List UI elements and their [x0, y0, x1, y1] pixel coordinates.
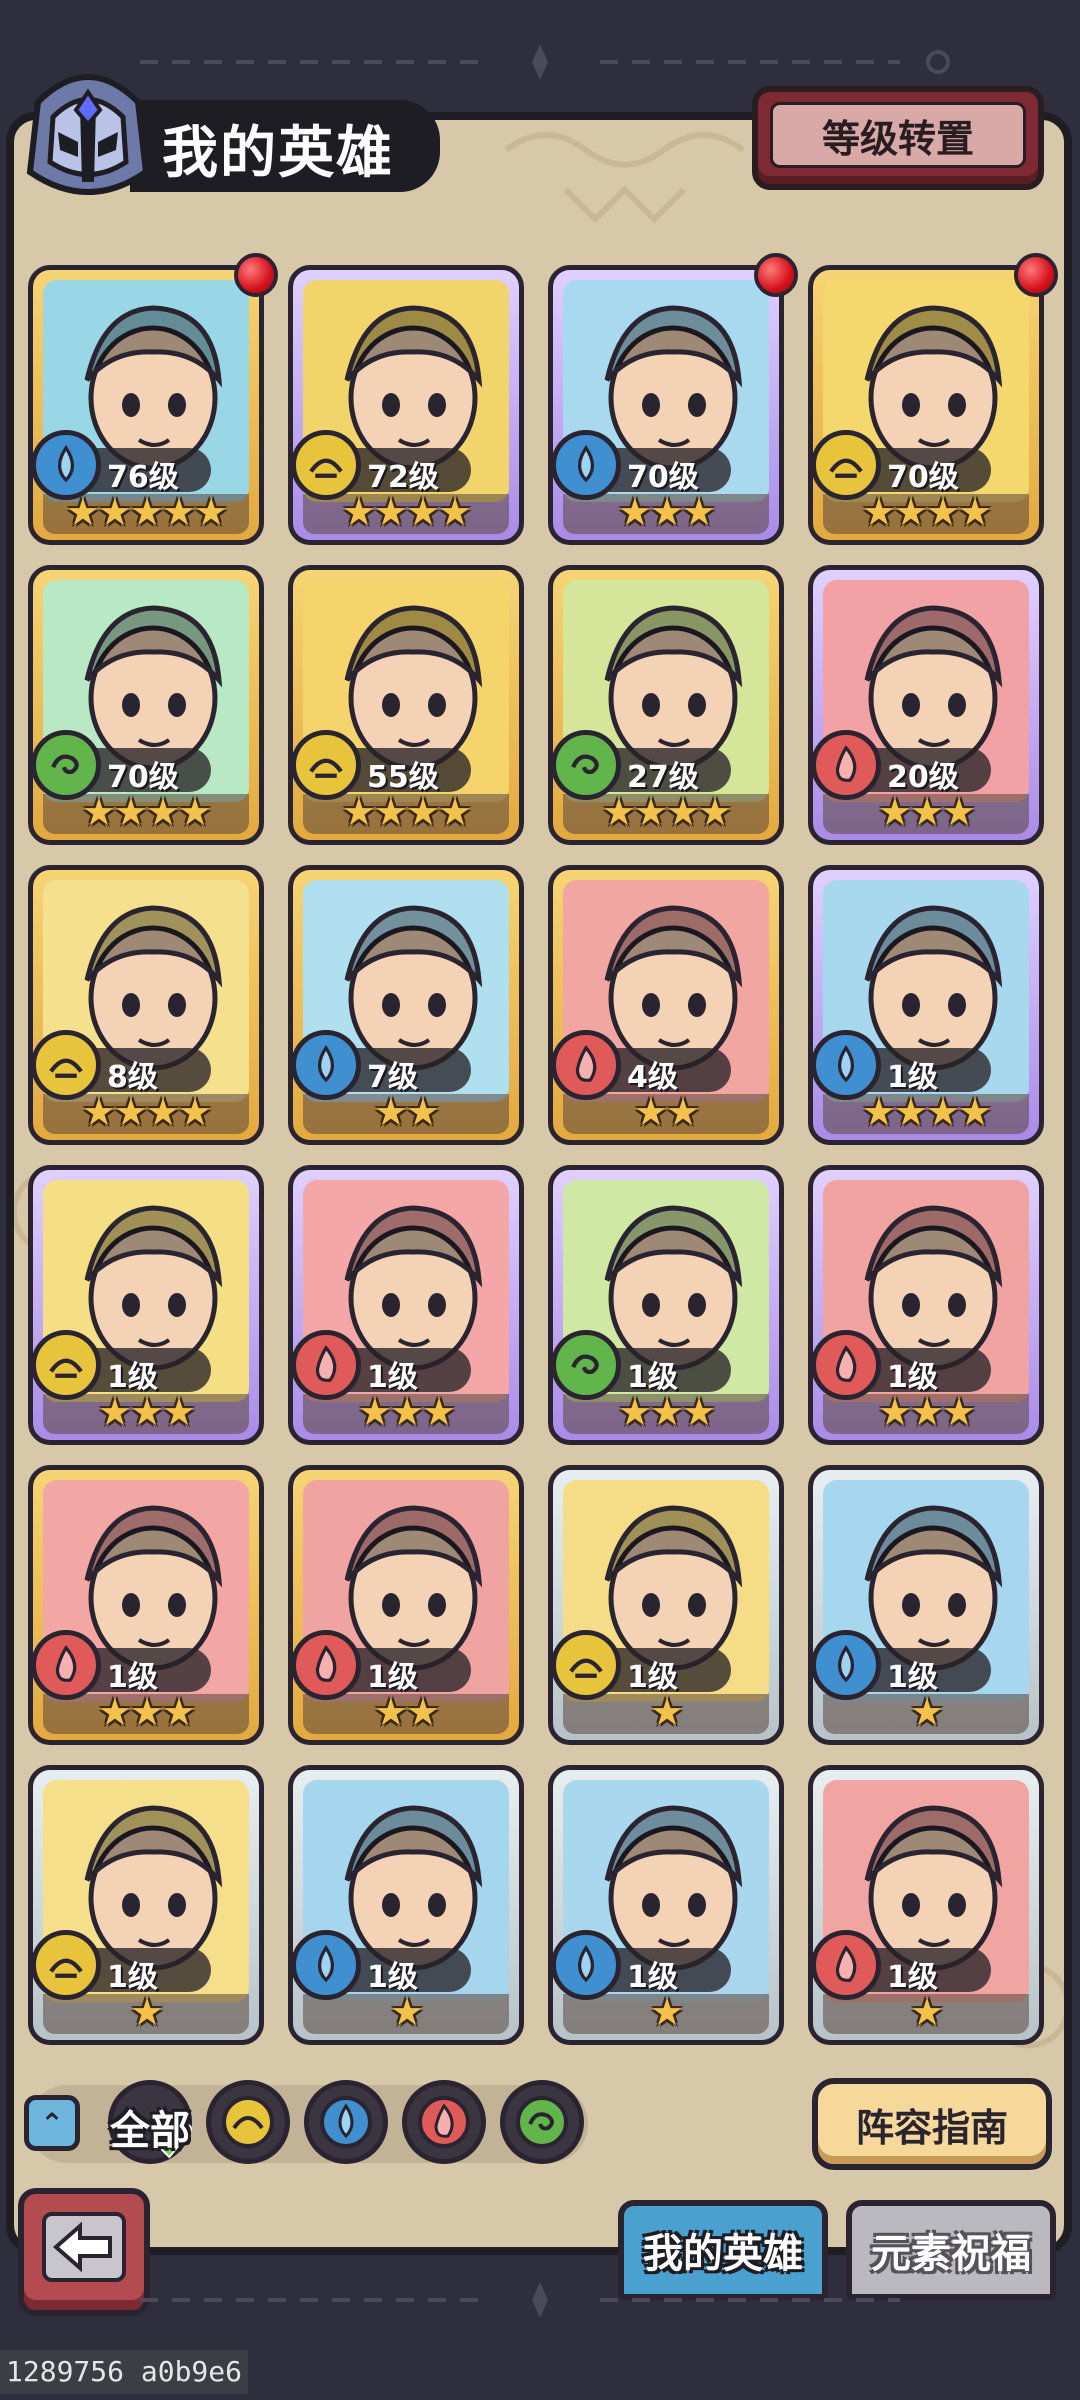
hero-stars: ★★★★	[81, 790, 212, 834]
notification-dot	[234, 253, 278, 297]
level-reset-label: 等级转置	[770, 102, 1026, 168]
hero-stars: ★	[129, 1990, 164, 2034]
fire-icon	[418, 2096, 470, 2148]
filter-fire-button[interactable]	[402, 2080, 486, 2164]
hero-card[interactable]: 70级 ★★★	[548, 265, 784, 545]
hero-stars: ★★★★	[861, 490, 992, 534]
build-id-label: 1289756 a0b9e6	[0, 2350, 249, 2394]
hero-card[interactable]: 70级 ★★★★	[28, 565, 264, 845]
hero-card[interactable]: 1级 ★★★	[288, 1165, 524, 1445]
bottom-decoration	[140, 2282, 900, 2318]
hero-stars: ★★	[373, 1090, 440, 1134]
hero-card[interactable]: 7级 ★★	[288, 865, 524, 1145]
filter-earth-button[interactable]	[206, 2080, 290, 2164]
earth-icon	[222, 2096, 274, 2148]
fire-icon	[813, 730, 881, 800]
page-title: 我的英雄	[162, 121, 394, 186]
earth-icon	[553, 1630, 621, 1700]
hero-stars: ★★★★	[861, 1090, 992, 1134]
fire-icon	[293, 1630, 361, 1700]
hero-card[interactable]: 1级 ★★★	[28, 1465, 264, 1745]
collapse-button[interactable]: ⌃	[24, 2095, 80, 2151]
fire-icon	[293, 1330, 361, 1400]
water-icon	[553, 430, 621, 500]
water-icon	[813, 1630, 881, 1700]
hero-card[interactable]: 1级 ★★★	[808, 1165, 1044, 1445]
hero-card[interactable]: 1级 ★	[548, 1465, 784, 1745]
hero-card[interactable]: 1级 ★★★★	[808, 865, 1044, 1145]
hero-stars: ★★★★	[601, 790, 732, 834]
hero-card[interactable]: 76级 ★★★★★	[28, 265, 264, 545]
hero-stars: ★	[389, 1990, 424, 2034]
hero-stars: ★	[649, 1990, 684, 2034]
hero-stars: ★★★★	[81, 1090, 212, 1134]
fire-icon	[553, 1030, 621, 1100]
earth-icon	[33, 1330, 101, 1400]
hero-card[interactable]: 55级 ★★★★	[288, 565, 524, 845]
helmet-icon	[26, 74, 150, 195]
filter-wind-button[interactable]	[500, 2080, 584, 2164]
hero-card[interactable]: 1级 ★★★	[28, 1165, 264, 1445]
hero-card[interactable]: 1级 ★	[28, 1765, 264, 2045]
hero-card[interactable]: 20级 ★★★	[808, 565, 1044, 845]
hero-stars: ★	[649, 1690, 684, 1734]
hero-card[interactable]: 8级 ★★★★	[28, 865, 264, 1145]
earth-icon	[33, 1930, 101, 2000]
hero-stars: ★★	[633, 1090, 700, 1134]
wind-icon	[516, 2096, 568, 2148]
filter-water-button[interactable]	[304, 2080, 388, 2164]
hero-stars: ★★★	[97, 1690, 196, 1734]
wind-icon	[553, 1330, 621, 1400]
hero-card[interactable]: 72级 ★★★★	[288, 265, 524, 545]
fire-icon	[33, 1630, 101, 1700]
hero-stars: ★★★★★	[65, 490, 228, 534]
hero-card[interactable]: 1级 ★	[288, 1765, 524, 2045]
hero-card[interactable]: 1级 ★	[808, 1465, 1044, 1745]
notification-dot	[754, 253, 798, 297]
hero-stars: ★★★★	[341, 790, 472, 834]
chevron-up-icon: ⌃	[40, 2106, 64, 2140]
notification-dot	[1014, 253, 1058, 297]
lineup-guide-button[interactable]: 阵容指南	[812, 2078, 1052, 2170]
hero-stars: ★★★★	[341, 490, 472, 534]
hero-stars: ★★★	[617, 490, 716, 534]
water-icon	[293, 1030, 361, 1100]
hero-card[interactable]: 27级 ★★★★	[548, 565, 784, 845]
hero-card[interactable]: 70级 ★★★★	[808, 265, 1044, 545]
hero-stars: ★	[909, 1990, 944, 2034]
hero-stars: ★★★	[617, 1390, 716, 1434]
hero-card[interactable]: 1级 ★	[548, 1765, 784, 2045]
water-icon	[293, 1930, 361, 2000]
hero-stars: ★	[909, 1690, 944, 1734]
fire-icon	[813, 1330, 881, 1400]
level-reset-button[interactable]: 等级转置	[752, 86, 1044, 190]
hero-card[interactable]: 4级 ★★	[548, 865, 784, 1145]
hero-stars: ★★★	[97, 1390, 196, 1434]
water-icon	[553, 1930, 621, 2000]
hero-stars: ★★	[373, 1690, 440, 1734]
fire-icon	[813, 1930, 881, 2000]
hero-stars: ★★★	[877, 1390, 976, 1434]
hero-stars: ★★★	[877, 790, 976, 834]
hero-card[interactable]: 1级 ★	[808, 1765, 1044, 2045]
hero-stars: ★★★	[357, 1390, 456, 1434]
hero-card[interactable]: 1级 ★★★	[548, 1165, 784, 1445]
hero-card[interactable]: 1级 ★★	[288, 1465, 524, 1745]
filter-all-label: 全部	[110, 2108, 190, 2154]
water-icon	[320, 2096, 372, 2148]
